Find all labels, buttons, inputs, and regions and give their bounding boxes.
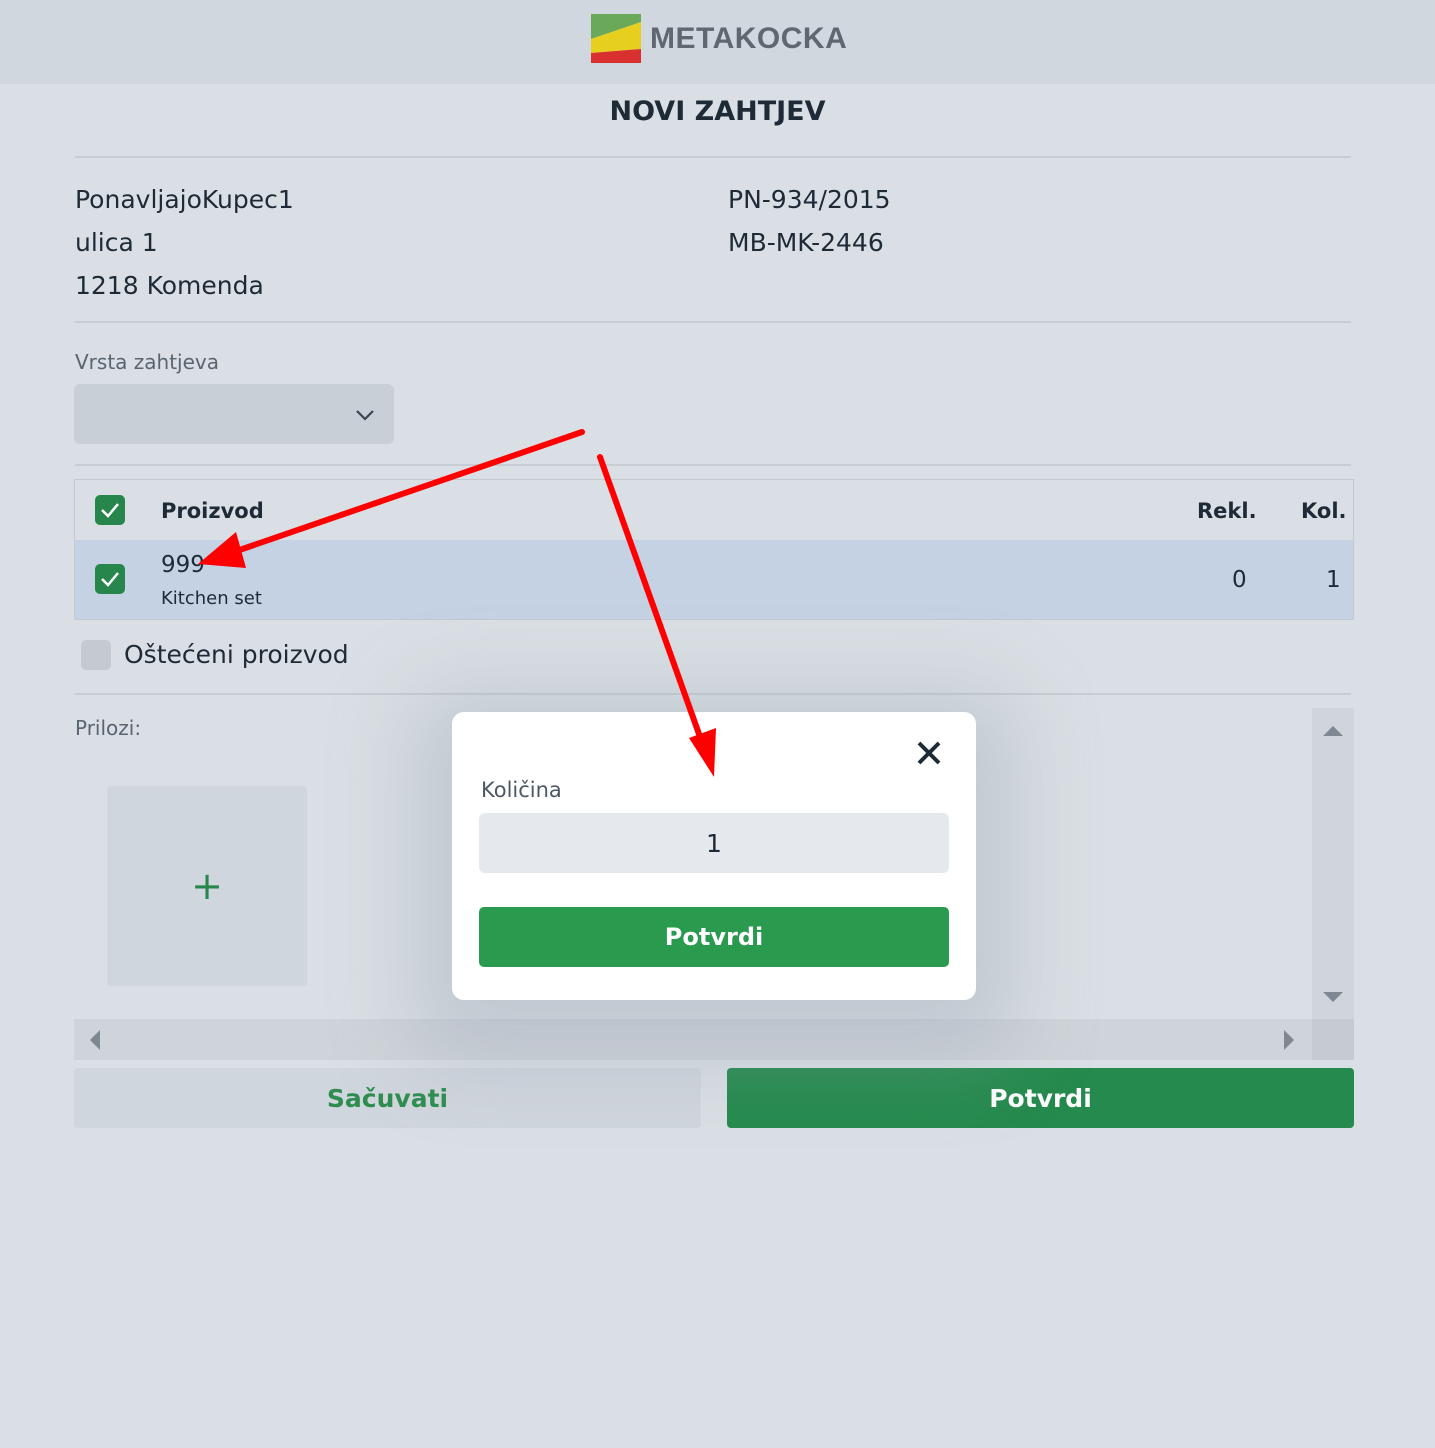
horizontal-scrollbar[interactable] bbox=[74, 1019, 1312, 1060]
products-table: Proizvod Rekl. Kol. 999 Kitchen set 0 1 bbox=[74, 479, 1354, 620]
divider bbox=[75, 156, 1351, 158]
confirm-button[interactable]: Potvrdi bbox=[727, 1068, 1354, 1128]
scroll-right-icon[interactable] bbox=[1282, 1029, 1296, 1051]
request-type-label: Vrsta zahtjeva bbox=[75, 350, 220, 374]
column-header-product: Proizvod bbox=[161, 499, 264, 523]
damaged-product-label[interactable]: Oštećeni proizvod bbox=[124, 640, 349, 669]
attachments-label: Prilozi: bbox=[75, 716, 142, 740]
save-button[interactable]: Sačuvati bbox=[74, 1068, 701, 1128]
request-type-select[interactable] bbox=[74, 384, 394, 444]
close-icon[interactable] bbox=[914, 738, 944, 768]
customer-name: PonavljajoKupec1 bbox=[75, 185, 294, 214]
checkmark-icon bbox=[101, 572, 119, 587]
customer-city: 1218 Komenda bbox=[75, 271, 264, 300]
metakocka-logo[interactable]: METAKOCKA bbox=[590, 13, 850, 65]
divider bbox=[75, 321, 1351, 323]
product-code: 999 bbox=[161, 552, 205, 578]
scroll-left-icon[interactable] bbox=[88, 1029, 102, 1051]
product-name: Kitchen set bbox=[161, 588, 262, 609]
checkmark-icon bbox=[101, 503, 119, 518]
row-checkbox[interactable] bbox=[95, 564, 125, 594]
scroll-up-icon[interactable] bbox=[1322, 724, 1344, 738]
product-rekl: 0 bbox=[1232, 567, 1247, 593]
document-code: MB-MK-2446 bbox=[728, 228, 884, 257]
document-number: PN-934/2015 bbox=[728, 185, 891, 214]
customer-street: ulica 1 bbox=[75, 228, 158, 257]
dialog-confirm-button[interactable]: Potvrdi bbox=[479, 907, 949, 967]
divider bbox=[75, 693, 1351, 695]
quantity-dialog: Količina Potvrdi bbox=[452, 712, 976, 1000]
quantity-label: Količina bbox=[481, 778, 562, 802]
page-title: NOVI ZAHTJEV bbox=[609, 96, 826, 127]
column-header-kol: Kol. bbox=[1301, 499, 1347, 523]
logo-cube-icon bbox=[591, 14, 641, 63]
quantity-input[interactable] bbox=[479, 813, 949, 873]
column-header-rekl: Rekl. bbox=[1197, 499, 1257, 523]
chevron-down-icon bbox=[356, 410, 374, 421]
scrollbar-corner bbox=[1312, 1019, 1354, 1060]
add-attachment-button[interactable]: + bbox=[107, 786, 307, 986]
app-header: METAKOCKA bbox=[0, 0, 1435, 84]
table-row[interactable]: 999 Kitchen set 0 1 bbox=[75, 540, 1353, 619]
logo-text: METAKOCKA bbox=[650, 22, 848, 55]
damaged-product-checkbox[interactable] bbox=[81, 640, 111, 670]
select-all-checkbox[interactable] bbox=[95, 495, 125, 525]
scroll-down-icon[interactable] bbox=[1322, 990, 1344, 1004]
divider bbox=[75, 464, 1351, 466]
product-kol[interactable]: 1 bbox=[1326, 567, 1341, 593]
vertical-scrollbar[interactable] bbox=[1312, 708, 1354, 1060]
